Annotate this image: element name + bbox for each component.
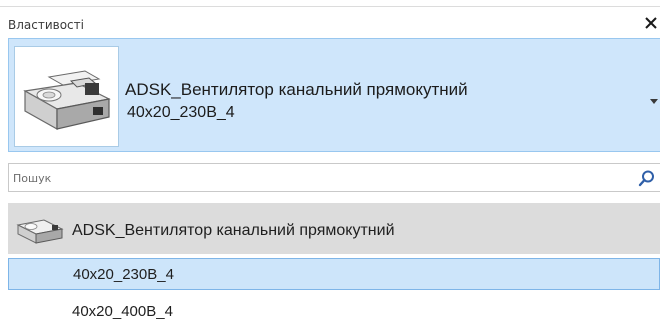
list-item-label: 40x20_400B_4	[72, 303, 173, 320]
divider	[0, 6, 660, 7]
family-group-label: ADSK_Вентилятор канальний прямокутний	[72, 222, 395, 239]
type-selector[interactable]: ADSK_Вентилятор канальний прямокутний 40…	[8, 38, 660, 152]
list-item-type-230b[interactable]: 40x20_230B_4	[8, 258, 660, 290]
search-input[interactable]	[13, 168, 613, 188]
family-preview-image	[14, 46, 119, 147]
close-icon[interactable]	[644, 16, 658, 30]
properties-panel: Властивості ADSK_Вентилятор канальний пр…	[0, 0, 660, 330]
search-icon[interactable]	[638, 169, 656, 187]
duct-fan-icon	[16, 219, 64, 244]
duct-fan-icon	[23, 70, 111, 131]
type-name: 40x20_230B_4	[127, 104, 235, 121]
type-family-name: ADSK_Вентилятор канальний прямокутний	[125, 80, 468, 99]
panel-title: Властивості	[8, 18, 84, 32]
list-item-label: 40x20_230B_4	[73, 266, 174, 283]
chevron-down-icon[interactable]	[650, 97, 658, 105]
list-item-type-400b[interactable]: 40x20_400B_4	[8, 295, 660, 327]
panel-titlebar: Властивості	[0, 8, 660, 38]
search-bar	[8, 163, 660, 192]
family-group-header: ADSK_Вентилятор канальний прямокутний	[8, 203, 660, 254]
